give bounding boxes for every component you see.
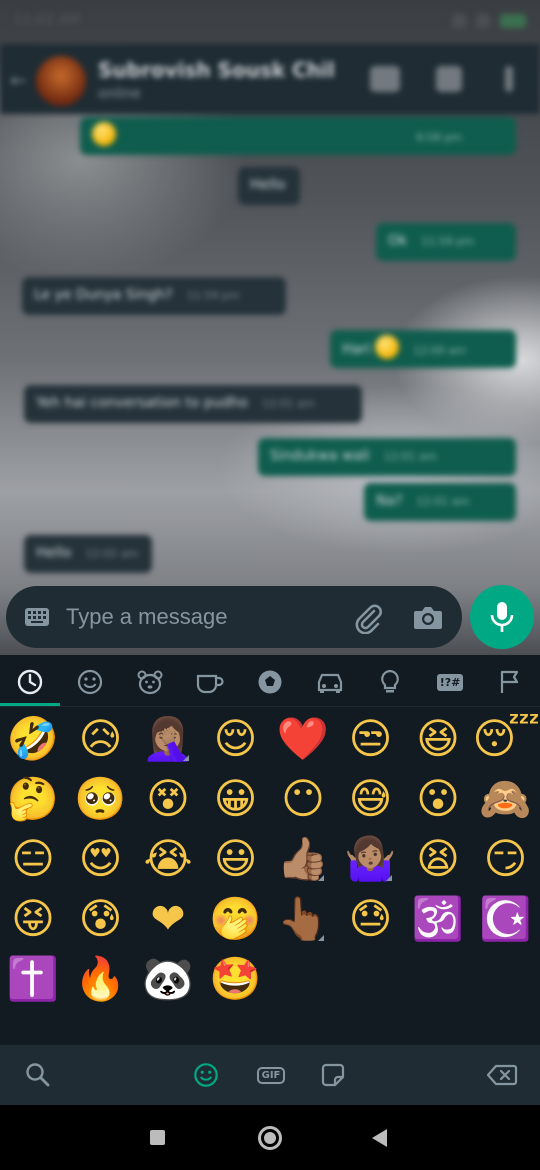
smileys-tab-icon[interactable] bbox=[75, 667, 105, 697]
emoji-key[interactable]: 😓 bbox=[338, 889, 404, 949]
contact-status: online bbox=[98, 86, 141, 102]
sticker-icon[interactable] bbox=[320, 1062, 346, 1088]
emoji-key[interactable]: 🐼 bbox=[135, 949, 201, 1009]
contact-avatar[interactable] bbox=[36, 56, 86, 106]
emoji-key[interactable]: 😑 bbox=[0, 829, 66, 889]
emoji-key[interactable]: 😅 bbox=[338, 769, 404, 829]
emoji-key[interactable]: 🕉️ bbox=[405, 889, 471, 949]
emoji-key[interactable]: 🤩 bbox=[203, 949, 269, 1009]
emoji-key[interactable]: ❤ bbox=[135, 889, 201, 949]
emoji-key[interactable]: 😝 bbox=[0, 889, 66, 949]
status-bar: 11:02 AM bbox=[0, 0, 540, 44]
message-bubble[interactable]: Na? 12:01 am bbox=[364, 483, 516, 521]
emoji-panel-toolbar: GIF bbox=[0, 1045, 540, 1105]
emoji-key[interactable]: 🤣 bbox=[0, 709, 66, 769]
message-bubble[interactable]: Hari 12:00 am bbox=[330, 330, 516, 368]
recent-tab-icon[interactable] bbox=[15, 667, 45, 697]
video-call-icon[interactable] bbox=[370, 66, 400, 92]
status-icons bbox=[386, 14, 526, 30]
recents-icon[interactable] bbox=[150, 1130, 165, 1145]
travel-tab-icon[interactable] bbox=[315, 667, 345, 697]
emoji-tab-icon[interactable] bbox=[193, 1062, 219, 1088]
message-bubble[interactable]: Le ye Dunya Singh? 11:59 pm bbox=[22, 277, 286, 315]
emoji-key[interactable]: 🙈 bbox=[473, 769, 539, 829]
backspace-icon[interactable] bbox=[486, 1062, 518, 1088]
activity-tab-icon[interactable] bbox=[255, 667, 285, 697]
emoji-category-tabs: !?# bbox=[0, 655, 540, 707]
mic-button[interactable] bbox=[470, 585, 534, 649]
food-tab-icon[interactable] bbox=[195, 667, 225, 697]
system-nav-bar bbox=[0, 1105, 540, 1170]
emoji-key[interactable]: 😫 bbox=[405, 829, 471, 889]
emoji-key[interactable]: 😥 bbox=[68, 709, 134, 769]
emoji-key[interactable]: 😵 bbox=[135, 769, 201, 829]
flags-tab-icon[interactable] bbox=[495, 667, 525, 697]
emoji-key[interactable]: 😮 bbox=[405, 769, 471, 829]
emoji-key[interactable]: ✝️ bbox=[0, 949, 66, 1009]
emoji-key[interactable]: 😃 bbox=[203, 829, 269, 889]
voice-call-icon[interactable] bbox=[436, 66, 462, 92]
keyboard-icon[interactable] bbox=[24, 607, 50, 627]
emoji-key[interactable]: 😰 bbox=[68, 889, 134, 949]
battery-icon bbox=[500, 14, 526, 28]
objects-tab-icon[interactable] bbox=[375, 667, 405, 697]
emoji-key[interactable]: 😏 bbox=[473, 829, 539, 889]
emoji-key[interactable]: ☪️ bbox=[473, 889, 539, 949]
emoji-key[interactable]: 😶 bbox=[270, 769, 336, 829]
emoji-key[interactable]: 😍 bbox=[68, 829, 134, 889]
emoji-panel: !?# 🤣 😥 🤦🏽‍♀️ 😌 ❤️ 😒 😆 😴 🤔 🥺 😵 😀 😶 😅 😮 🙈 😑 😍 😭 😃 👍🏽 🤷🏽‍♀️ 😫 😏 😝 😰… bbox=[0, 655, 540, 1105]
emoji-key[interactable]: 🤭 bbox=[203, 889, 269, 949]
back-arrow-icon[interactable]: ← bbox=[10, 68, 27, 92]
chat-blur-layer: 11:02 AM ← Subrovish Sousk Chil online 9… bbox=[0, 0, 540, 655]
attach-icon[interactable] bbox=[352, 602, 384, 634]
home-icon[interactable] bbox=[258, 1126, 282, 1150]
message-bubble[interactable]: Ok 11:59 pm bbox=[376, 223, 516, 261]
message-placeholder: Type a message bbox=[66, 604, 228, 629]
compose-bar: Type a message bbox=[0, 580, 540, 655]
emoji-key[interactable]: 👍🏽 bbox=[270, 829, 336, 889]
microphone-icon bbox=[490, 602, 514, 632]
chat-header: ← Subrovish Sousk Chil online bbox=[0, 44, 540, 114]
emoji-key[interactable]: 👆🏾 bbox=[270, 889, 336, 949]
emoji-key[interactable]: 😀 bbox=[203, 769, 269, 829]
camera-icon[interactable] bbox=[413, 603, 443, 631]
emoji-key[interactable]: 🥺 bbox=[68, 769, 134, 829]
emoji-key[interactable]: 😆 bbox=[405, 709, 471, 769]
emoji-key[interactable]: 😒 bbox=[338, 709, 404, 769]
emoji-key[interactable]: 😌 bbox=[203, 709, 269, 769]
message-bubble[interactable]: Yeh hai conversation to pudho 12:01 am bbox=[24, 385, 362, 423]
chat-area: 11:02 AM ← Subrovish Sousk Chil online 9… bbox=[0, 0, 540, 655]
search-icon[interactable] bbox=[25, 1062, 51, 1088]
nav-back-icon[interactable] bbox=[372, 1129, 387, 1147]
wifi-icon bbox=[476, 14, 490, 28]
message-bubble[interactable]: Sindukwa wali 12:01 am bbox=[258, 438, 516, 476]
status-time: 11:02 AM bbox=[14, 12, 81, 28]
symbols-tab-icon[interactable]: !?# bbox=[432, 667, 468, 697]
emoji-icon bbox=[375, 335, 400, 359]
emoji-key[interactable]: 🔥 bbox=[68, 949, 134, 1009]
contact-name[interactable]: Subrovish Sousk Chil bbox=[98, 58, 335, 82]
emoji-key[interactable]: 😴 bbox=[473, 709, 540, 769]
signal-icon bbox=[452, 14, 466, 28]
more-options-icon[interactable] bbox=[505, 66, 513, 92]
emoji-icon bbox=[92, 122, 116, 146]
emoji-key[interactable]: ❤️ bbox=[270, 709, 336, 769]
message-bubble[interactable]: Hello 12:02 am bbox=[24, 535, 152, 573]
active-tab-indicator bbox=[0, 703, 60, 706]
message-bubble[interactable]: Hello bbox=[238, 167, 300, 205]
gif-button[interactable]: GIF bbox=[256, 1062, 286, 1088]
emoji-key[interactable]: 😭 bbox=[135, 829, 201, 889]
emoji-key[interactable]: 🤦🏽‍♀️ bbox=[135, 709, 201, 769]
emoji-key[interactable]: 🤷🏽‍♀️ bbox=[338, 829, 404, 889]
animals-tab-icon[interactable] bbox=[135, 667, 165, 697]
emoji-key[interactable]: 🤔 bbox=[0, 769, 66, 829]
message-input[interactable]: Type a message bbox=[6, 586, 462, 648]
message-bubble[interactable]: 9:58 pm bbox=[80, 117, 516, 155]
